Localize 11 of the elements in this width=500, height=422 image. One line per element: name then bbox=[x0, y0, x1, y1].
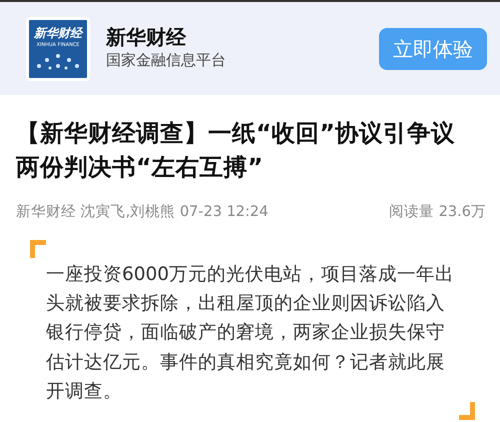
app-tagline: 国家金融信息平台 bbox=[106, 50, 227, 72]
logo-title: 新华财经 bbox=[34, 27, 82, 39]
read-count: 阅读量 23.6万 bbox=[389, 203, 486, 222]
quote-bracket-icon bbox=[30, 240, 48, 258]
open-app-button[interactable]: 立即体验 bbox=[379, 28, 487, 70]
article-byline: 新华财经 沈寅飞,刘桃熊 07-23 12:24 bbox=[16, 202, 268, 222]
article-summary: 一座投资6000万元的光伏电站，项目落成一年出头就被要求拆除，出租屋顶的企业则因诉讼陷入银行停贷，面临破产的窘境，两家企业损失保守估计达亿元。事件的真相究竟如何？记者就此展开调查。 bbox=[46, 262, 456, 404]
quote-bracket-icon bbox=[457, 402, 475, 420]
dots-icon bbox=[35, 52, 81, 70]
app-name: 新华财经 bbox=[106, 25, 187, 50]
article-title: 【新华财经调查】一纸“收回”协议引争议两份判决书“左右互搏” bbox=[15, 118, 456, 184]
